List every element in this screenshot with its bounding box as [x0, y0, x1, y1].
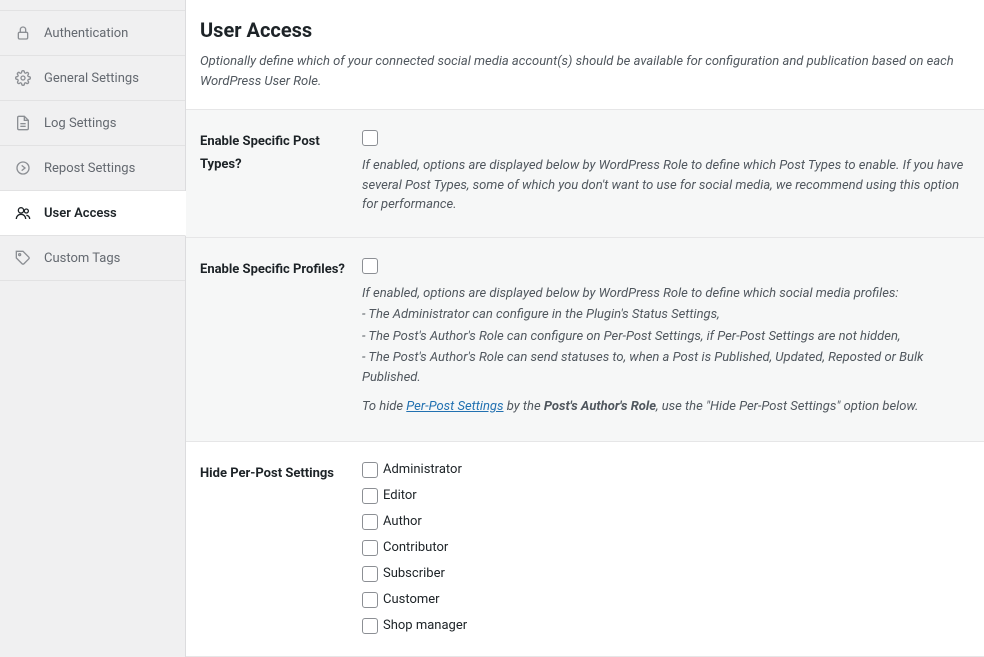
role-checkbox-subscriber[interactable]: [362, 566, 378, 582]
role-label: Contributor: [383, 540, 448, 555]
gear-icon: [14, 69, 32, 87]
enable-profiles-checkbox[interactable]: [362, 258, 378, 274]
sidebar-item-repost-settings[interactable]: Repost Settings: [0, 146, 185, 191]
role-label: Editor: [383, 488, 417, 503]
sidebar-item-log-settings[interactable]: Log Settings: [0, 101, 185, 146]
per-post-settings-link[interactable]: Per-Post Settings: [406, 399, 503, 414]
page-description: Optionally define which of your connecte…: [200, 52, 970, 91]
sidebar-item-label: General Settings: [44, 71, 139, 86]
row-enable-post-types: Enable Specific Post Types? If enabled, …: [186, 110, 984, 238]
panel-header: User Access Optionally define which of y…: [186, 0, 984, 110]
lock-icon: [14, 24, 32, 42]
settings-sidebar: Authentication General Settings Log Sett…: [0, 0, 186, 657]
row-label: Enable Specific Profiles?: [200, 258, 352, 281]
role-label: Administrator: [383, 462, 462, 477]
role-checkbox-author[interactable]: [362, 514, 378, 530]
role-item-author[interactable]: Author: [362, 514, 970, 530]
role-item-editor[interactable]: Editor: [362, 488, 970, 504]
sidebar-item-label: User Access: [44, 206, 117, 221]
main-content: User Access Optionally define which of y…: [186, 0, 984, 657]
role-label: Subscriber: [383, 566, 445, 581]
role-checkbox-administrator[interactable]: [362, 462, 378, 478]
sidebar-item-label: Repost Settings: [44, 161, 135, 176]
page-title: User Access: [200, 18, 970, 42]
sidebar-item-user-access[interactable]: User Access: [0, 191, 186, 236]
role-label: Author: [383, 514, 422, 529]
file-icon: [14, 114, 32, 132]
row-hide-per-post: Hide Per-Post Settings Administrator Edi…: [186, 442, 984, 657]
tag-icon: [14, 249, 32, 267]
role-checkbox-shop-manager[interactable]: [362, 618, 378, 634]
row-label: Enable Specific Post Types?: [200, 130, 352, 177]
users-icon: [14, 204, 32, 222]
role-item-subscriber[interactable]: Subscriber: [362, 566, 970, 582]
role-item-administrator[interactable]: Administrator: [362, 462, 970, 478]
enable-profiles-help: If enabled, options are displayed below …: [362, 284, 970, 417]
repost-icon: [14, 159, 32, 177]
role-label: Customer: [383, 592, 440, 607]
role-item-shop-manager[interactable]: Shop manager: [362, 618, 970, 634]
role-item-customer[interactable]: Customer: [362, 592, 970, 608]
roles-list: Administrator Editor Author Contributor …: [362, 462, 970, 634]
sidebar-item-label: Authentication: [44, 26, 128, 41]
enable-post-types-help: If enabled, options are displayed below …: [362, 156, 970, 215]
row-enable-profiles: Enable Specific Profiles? If enabled, op…: [186, 238, 984, 442]
role-checkbox-customer[interactable]: [362, 592, 378, 608]
role-item-contributor[interactable]: Contributor: [362, 540, 970, 556]
role-checkbox-contributor[interactable]: [362, 540, 378, 556]
sidebar-item-label: Custom Tags: [44, 251, 120, 266]
sidebar-item-custom-tags[interactable]: Custom Tags: [0, 236, 185, 281]
row-label: Hide Per-Post Settings: [200, 462, 352, 485]
enable-post-types-checkbox[interactable]: [362, 130, 378, 146]
sidebar-item-general-settings[interactable]: General Settings: [0, 56, 185, 101]
role-label: Shop manager: [383, 618, 467, 633]
sidebar-item-authentication[interactable]: Authentication: [0, 10, 185, 56]
sidebar-item-label: Log Settings: [44, 116, 116, 131]
role-checkbox-editor[interactable]: [362, 488, 378, 504]
